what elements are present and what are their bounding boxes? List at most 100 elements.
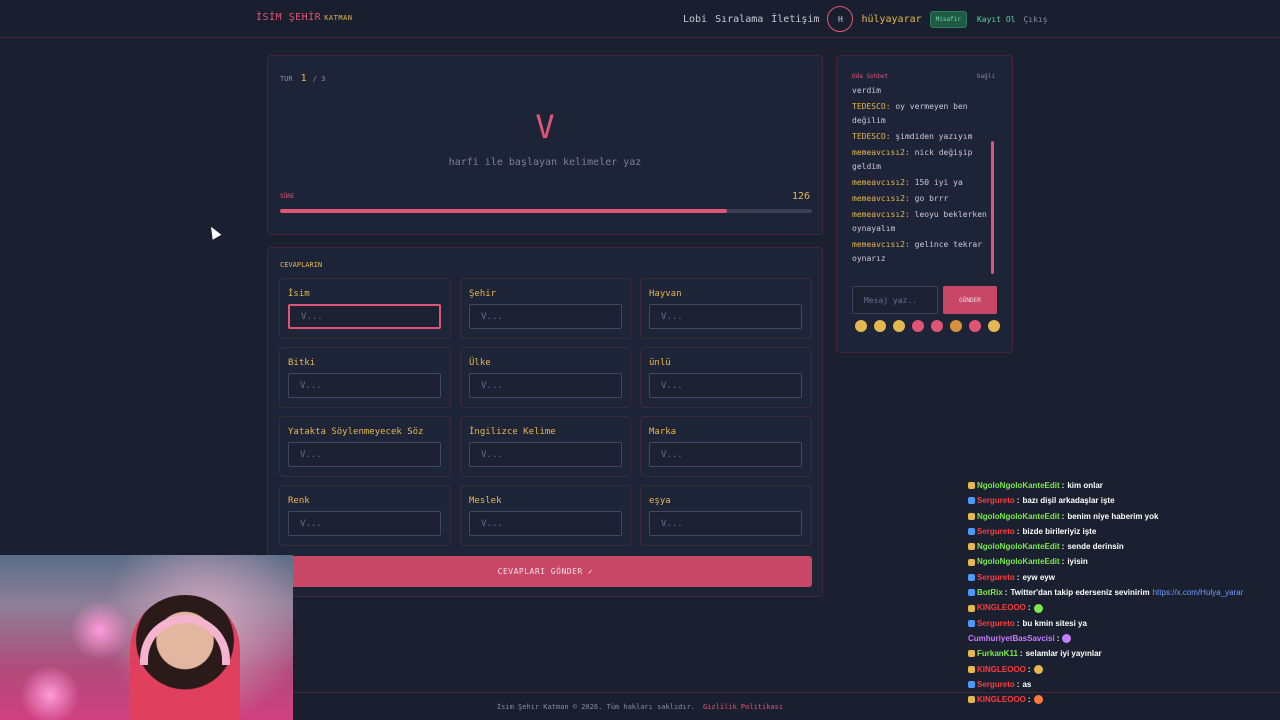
emoji-button-icon[interactable] bbox=[988, 320, 1000, 332]
answer-input-city[interactable] bbox=[469, 304, 622, 329]
webcam-overlay bbox=[0, 555, 293, 720]
emote-icon bbox=[1033, 664, 1043, 674]
privacy-policy-link[interactable]: Gizlilik Politikası bbox=[703, 703, 783, 711]
stream-chat-message: iyisin bbox=[1067, 557, 1088, 567]
chat-send-button[interactable]: GÖNDER bbox=[943, 286, 997, 314]
chat-message: memeavcısı2: gelince tekrar oynarız bbox=[852, 238, 998, 266]
emoji-button-icon[interactable] bbox=[874, 320, 886, 332]
stream-chat-line: Sergureto: bizde birileriyiz işte bbox=[968, 524, 1268, 539]
answer-input-brand[interactable] bbox=[649, 442, 802, 467]
stream-chat-overlay: NgoloNgoloKanteEdit: kim onlar Sergureto: b… bbox=[968, 478, 1268, 720]
webcam-light bbox=[20, 665, 80, 720]
answer-input-profession[interactable] bbox=[469, 511, 622, 536]
stream-chat-user: CumhuriyetBasSavcisi bbox=[968, 633, 1055, 643]
stream-chat-message: Twitter'dan takip ederseniz sevinirim bbox=[1010, 588, 1150, 598]
nav-lobby-link[interactable]: Lobi bbox=[683, 14, 707, 25]
room-chat-panel: Oda Sohbet bağlı verdim TEDESCO: oy verme… bbox=[836, 55, 1013, 353]
chat-message-nick: TEDESCO: bbox=[852, 102, 896, 111]
emoji-button-icon[interactable] bbox=[893, 320, 905, 332]
register-link[interactable]: Kayıt Ol bbox=[977, 15, 1016, 24]
emoji-button-icon[interactable] bbox=[931, 320, 943, 332]
logout-link[interactable]: Çıkış bbox=[1023, 15, 1047, 24]
answer-input-item[interactable] bbox=[649, 511, 802, 536]
emoji-button-icon[interactable] bbox=[912, 320, 924, 332]
stream-chat-user: NgoloNgoloKanteEdit bbox=[977, 557, 1060, 567]
brand-logo[interactable]: İSİM ŞEHİR KATMAN bbox=[256, 12, 353, 23]
answer-cell-celebrity: ünlü bbox=[640, 347, 812, 408]
answer-input-english-word[interactable] bbox=[469, 442, 622, 467]
chat-badge-icon bbox=[968, 681, 975, 688]
answer-label: Hayvan bbox=[649, 289, 682, 299]
timer-value: 126 bbox=[791, 191, 810, 202]
stream-chat-line: Sergureto: as bbox=[968, 677, 1268, 692]
answer-label: Şehir bbox=[469, 289, 497, 299]
username: hülyayarar bbox=[861, 13, 922, 25]
answer-input-color[interactable] bbox=[288, 511, 441, 536]
answer-input-country[interactable] bbox=[469, 373, 622, 398]
chat-message-text: şimdiden yazıyım bbox=[895, 132, 973, 141]
answer-input-name[interactable] bbox=[288, 304, 441, 329]
nav-contact-link[interactable]: İletişim bbox=[771, 14, 819, 25]
round-instruction: harfi ile başlayan kelimeler yaz bbox=[448, 157, 642, 168]
stream-chat-line: NgoloNgoloKanteEdit: kim onlar bbox=[968, 478, 1268, 493]
answer-label: Yatakta Söylenmeyecek Söz bbox=[288, 427, 424, 437]
brand-title: İSİM ŞEHİR bbox=[256, 12, 322, 23]
emoji-button-icon[interactable] bbox=[950, 320, 962, 332]
chat-title: Oda Sohbet bbox=[852, 73, 889, 80]
stream-chat-separator: : bbox=[1027, 664, 1031, 674]
answer-cell-animal: Hayvan bbox=[640, 278, 812, 339]
stream-chat-separator: : bbox=[1016, 496, 1020, 506]
chat-scrollbar[interactable] bbox=[991, 141, 994, 274]
stream-chat-user: Sergureto bbox=[977, 618, 1015, 628]
stream-chat-line: NgoloNgoloKanteEdit: sende derinsin bbox=[968, 539, 1268, 554]
stream-chat-line: CumhuriyetBasSavcisi: bbox=[968, 631, 1268, 646]
mouse-cursor-icon bbox=[206, 224, 222, 240]
stream-chat-separator: : bbox=[1027, 603, 1031, 613]
footer-copyright: İsim Şehir Katman © 2026. Tüm hakları sa… bbox=[496, 703, 695, 711]
stream-chat-user: KINGLEOOO bbox=[977, 603, 1026, 613]
answer-cell-country: Ülke bbox=[460, 347, 631, 408]
answer-cell-name: İsim bbox=[279, 278, 451, 339]
stream-chat-user: Sergureto bbox=[977, 526, 1015, 536]
stream-chat-line: Sergureto: bu kmin sitesi ya bbox=[968, 616, 1268, 631]
chat-messages[interactable]: verdim TEDESCO: oy vermeyen ben değilim TE… bbox=[852, 84, 998, 279]
chat-badge-icon bbox=[968, 696, 975, 704]
stream-chat-separator: : bbox=[1019, 649, 1023, 659]
answer-input-animal[interactable] bbox=[649, 304, 802, 329]
chat-badge-icon bbox=[968, 543, 975, 551]
stream-chat-separator: : bbox=[1016, 526, 1020, 536]
stream-chat-separator: : bbox=[1027, 695, 1031, 705]
chat-message-input[interactable] bbox=[852, 286, 938, 314]
stream-chat-separator: : bbox=[1016, 618, 1020, 628]
round-indicator: TUR 1 / 3 bbox=[280, 73, 325, 84]
emote-icon bbox=[1062, 634, 1072, 644]
submit-answers-button[interactable]: CEVAPLARI GÖNDER ✓ bbox=[279, 556, 812, 587]
answer-input-plant[interactable] bbox=[288, 373, 441, 398]
stream-chat-link[interactable]: https://x.com/Hulya_yarar bbox=[1153, 585, 1244, 600]
round-letter: V bbox=[535, 108, 555, 146]
emoji-button-icon[interactable] bbox=[969, 320, 981, 332]
top-navbar: İSİM ŞEHİR KATMAN Lobi Sıralama İletişim … bbox=[0, 0, 1280, 38]
answer-label: Renk bbox=[288, 496, 310, 506]
stream-chat-separator: : bbox=[1061, 481, 1065, 490]
answer-input-celebrity[interactable] bbox=[649, 373, 802, 398]
answer-label: Bitki bbox=[288, 358, 316, 368]
chat-badge-icon bbox=[968, 528, 975, 536]
answer-cell-item: eşya bbox=[640, 485, 812, 546]
nav-menu: Lobi Sıralama İletişim H hülyayarar Misa… bbox=[683, 6, 1048, 32]
chat-message-nick: memeavcısı2: bbox=[852, 194, 915, 203]
answers-grid: İsim Şehir Hayvan Bitki Ülke ünlü Yatakt… bbox=[279, 278, 812, 546]
stream-chat-user: Sergureto bbox=[977, 496, 1015, 506]
emote-icon bbox=[1033, 695, 1043, 705]
answer-cell-brand: Marka bbox=[640, 416, 812, 477]
stream-chat-line: KINGLEOOO: bbox=[968, 662, 1268, 677]
chat-badge-icon bbox=[968, 589, 975, 597]
chat-badge-icon bbox=[968, 512, 975, 520]
stream-chat-line: BotRix: Twitter'dan takip ederseniz sevin… bbox=[968, 585, 1268, 600]
emoji-button-icon[interactable] bbox=[855, 320, 867, 332]
avatar[interactable]: H bbox=[827, 6, 854, 32]
nav-ranking-link[interactable]: Sıralama bbox=[715, 14, 763, 25]
answer-input-unsaid-word[interactable] bbox=[288, 442, 441, 467]
stream-chat-message: selamlar iyi yayınlar bbox=[1025, 649, 1102, 659]
chat-message: memeavcısı2: 150 iyi ya bbox=[852, 176, 998, 190]
